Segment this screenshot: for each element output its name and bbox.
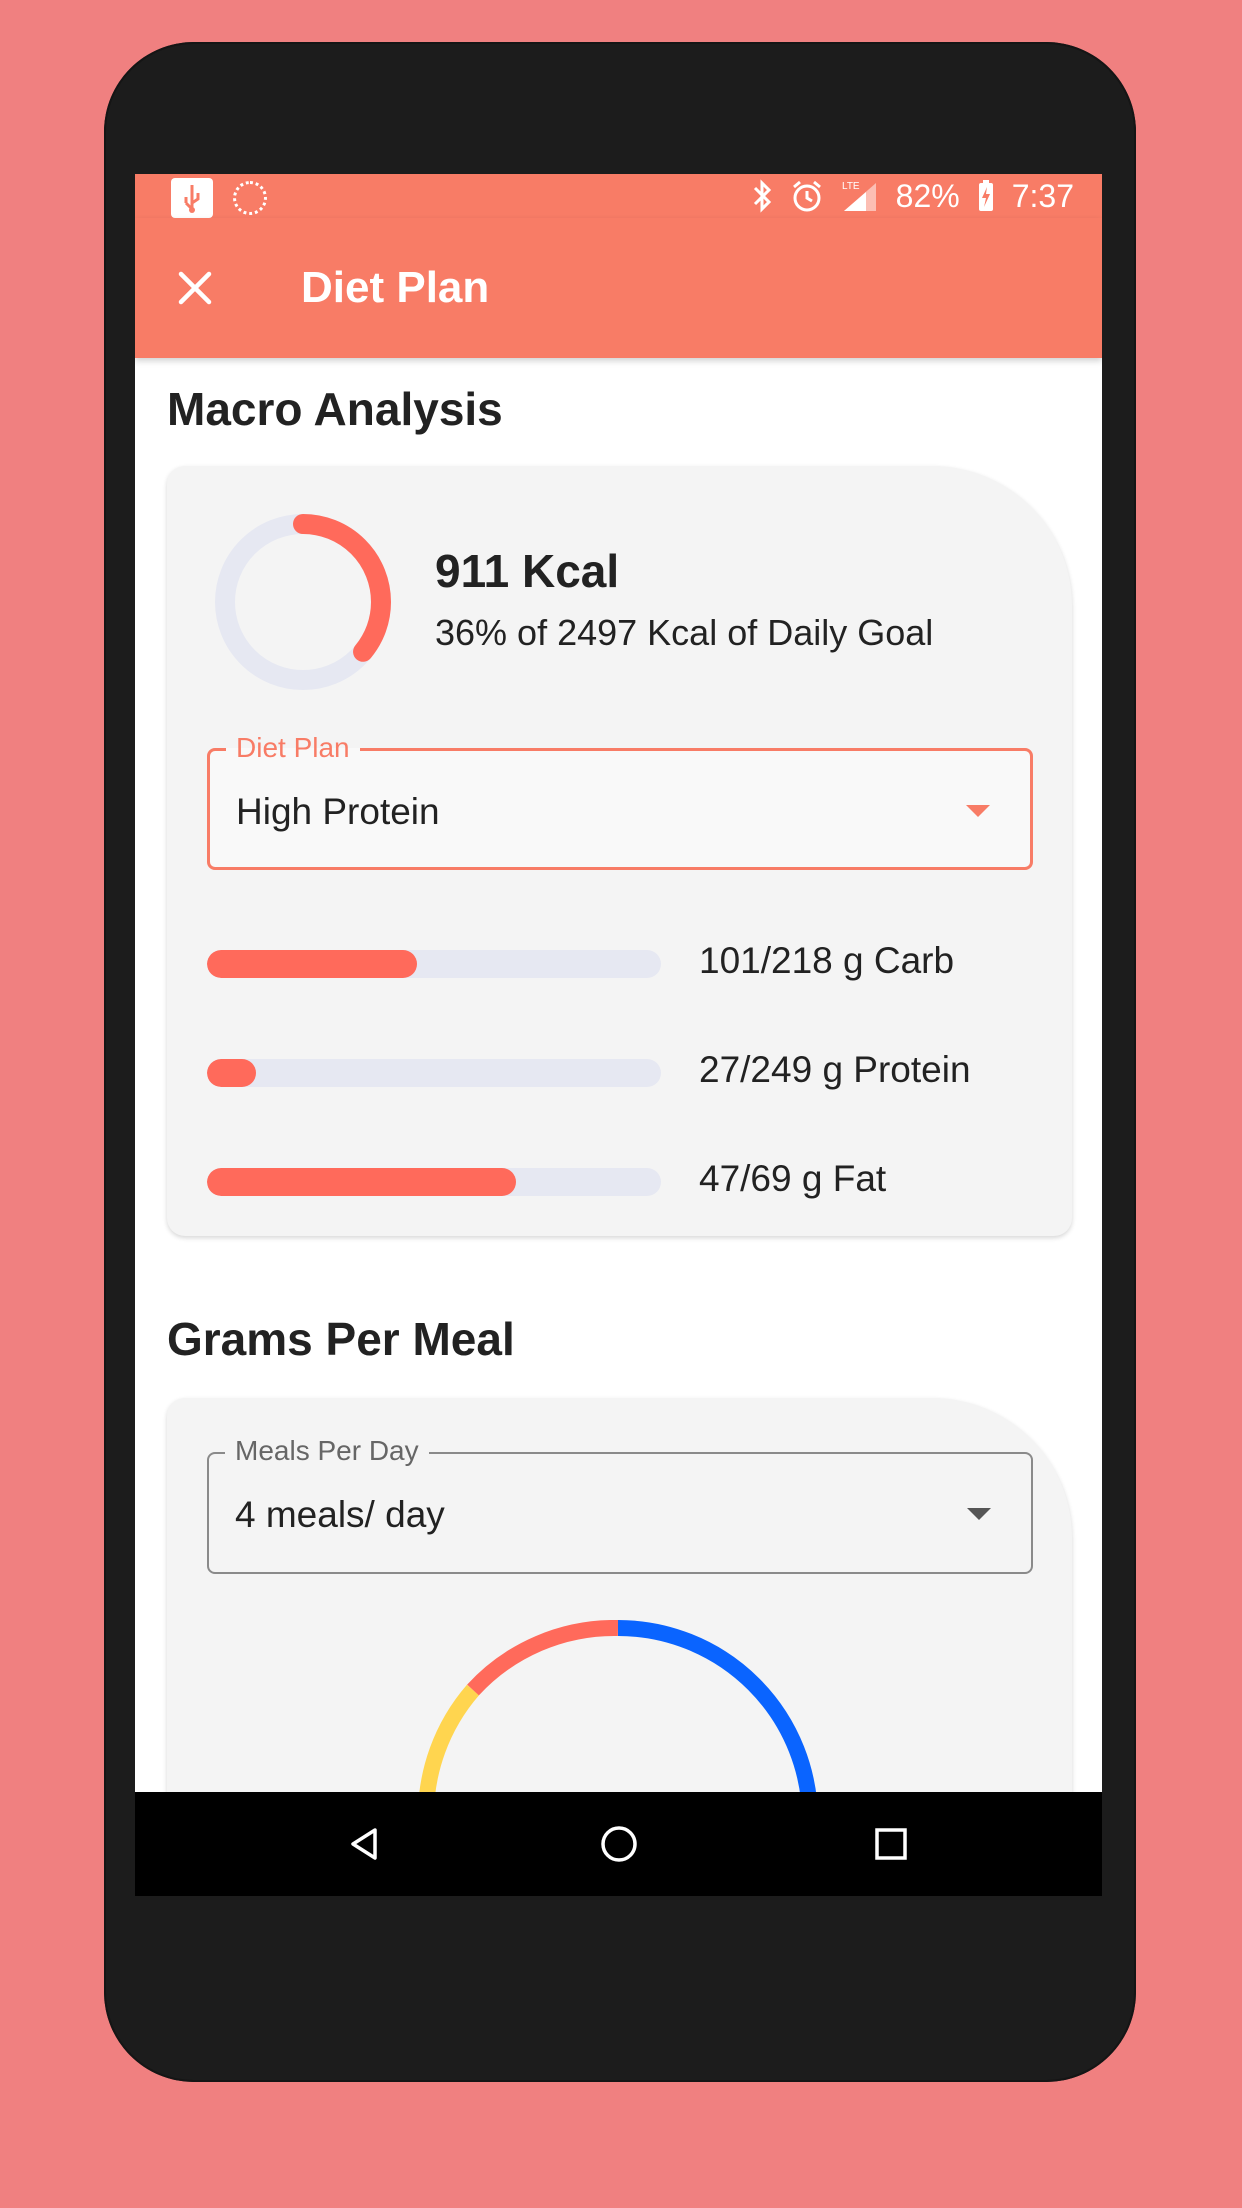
main-content[interactable]: Macro Analysis 911 Kcal 36% of 2497 Kcal… [135, 358, 1102, 1896]
loading-icon [233, 181, 267, 215]
diet-plan-label: Diet Plan [226, 733, 360, 763]
status-bar: LTE 82% 7:37 [135, 174, 1102, 218]
protein-progress-fill [207, 1059, 257, 1087]
status-left-icons [171, 178, 267, 218]
meals-per-day-dropdown[interactable]: Meals Per Day 4 meals/ day [207, 1436, 1033, 1574]
dropdown-arrow-icon [966, 805, 990, 817]
close-icon [178, 271, 212, 305]
diet-plan-dropdown[interactable]: Diet Plan High Protein [207, 733, 1033, 870]
app-screen: LTE 82% 7:37 Diet Plan Macro Analysis 91… [135, 174, 1102, 1896]
protein-progress-track [207, 1059, 661, 1087]
battery-percent: 82% [895, 177, 960, 214]
app-bar: Diet Plan [135, 218, 1102, 358]
fat-progress-track [207, 1168, 661, 1196]
alarm-icon [792, 180, 821, 212]
macro-row-fat: 47/69 g Fat [207, 1158, 1033, 1202]
network-type-label: LTE [842, 181, 860, 192]
diet-plan-value: High Protein [236, 791, 440, 832]
carb-progress-track [207, 950, 661, 978]
close-button[interactable] [171, 264, 219, 312]
status-right-icons: LTE 82% 7:37 [752, 176, 1074, 216]
macro-analysis-title: Macro Analysis [167, 383, 503, 435]
system-nav-bar [135, 1792, 1102, 1896]
macro-row-protein: 27/249 g Protein [207, 1049, 1033, 1093]
protein-label: 27/249 g Protein [699, 1049, 971, 1090]
kcal-progress-ring [215, 514, 391, 690]
bluetooth-icon [753, 179, 771, 213]
carb-progress-fill [207, 950, 418, 978]
signal-icon: LTE [842, 181, 876, 211]
meal-segment-2 [467, 1620, 619, 1696]
kcal-goal-subtitle: 36% of 2497 Kcal of Daily Goal [435, 612, 934, 653]
kcal-value: 911 Kcal [435, 545, 620, 597]
battery-charging-icon [978, 180, 993, 211]
home-icon[interactable] [599, 1824, 639, 1864]
clock-time: 7:37 [1011, 177, 1074, 214]
meals-per-day-label: Meals Per Day [225, 1436, 429, 1466]
macro-row-carb: 101/218 g Carb [207, 940, 1033, 984]
grams-per-meal-title: Grams Per Meal [167, 1313, 515, 1365]
dropdown-arrow-icon [967, 1508, 991, 1520]
recents-icon[interactable] [871, 1824, 911, 1864]
carb-label: 101/218 g Carb [699, 940, 955, 981]
usb-icon [171, 178, 213, 218]
fat-label: 47/69 g Fat [699, 1158, 887, 1199]
page-title: Diet Plan [301, 263, 490, 312]
macro-card: 911 Kcal 36% of 2497 Kcal of Daily Goal … [167, 466, 1072, 1236]
back-icon[interactable] [345, 1824, 385, 1864]
meals-per-day-value: 4 meals/ day [235, 1494, 445, 1535]
fat-progress-fill [207, 1168, 517, 1196]
